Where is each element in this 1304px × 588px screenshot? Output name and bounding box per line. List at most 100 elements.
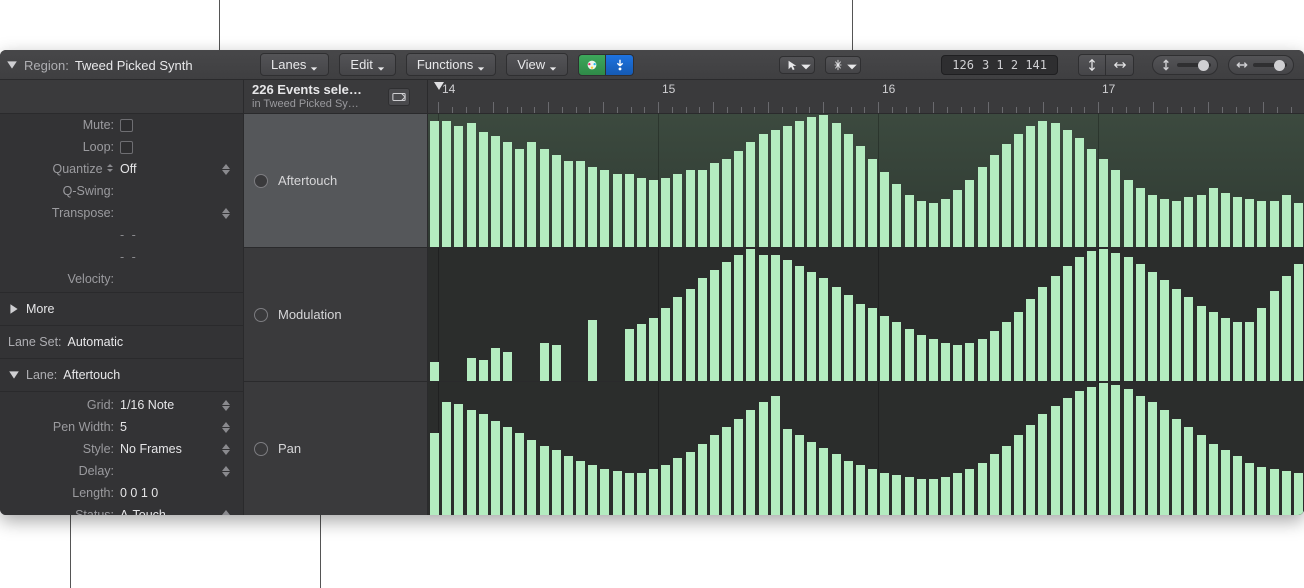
event-bar[interactable] [990,454,999,515]
event-bar[interactable] [1160,199,1169,247]
vertical-zoom-slider[interactable] [1152,55,1218,75]
event-bar[interactable] [625,473,634,515]
event-bar[interactable] [503,352,512,381]
vertical-auto-zoom-button[interactable] [1078,54,1106,76]
event-bar[interactable] [734,255,743,381]
event-bar[interactable] [1148,195,1157,247]
event-bar[interactable] [625,329,634,381]
event-bar[interactable] [515,149,524,247]
event-bar[interactable] [990,155,999,247]
event-bar[interactable] [722,262,731,381]
bar-ruler[interactable]: 14151617 [428,80,1304,113]
event-bar[interactable] [637,324,646,381]
event-bar[interactable] [929,479,938,515]
event-bar[interactable] [941,199,950,247]
event-bar[interactable] [1014,134,1023,247]
event-bar[interactable] [929,203,938,247]
event-bar[interactable] [892,475,901,515]
event-bar[interactable] [917,201,926,247]
event-bar[interactable] [1075,257,1084,381]
event-bar[interactable] [1063,266,1072,381]
functions-menu[interactable]: Functions [406,53,496,76]
event-bar[interactable] [868,469,877,515]
event-bar[interactable] [1294,264,1303,381]
midi-in-button[interactable] [606,54,634,76]
event-bar[interactable] [771,130,780,247]
event-bar[interactable] [941,477,950,515]
event-bar[interactable] [588,167,597,247]
event-bar[interactable] [1075,138,1084,247]
region-disclosure[interactable] [6,59,18,71]
event-bar[interactable] [783,126,792,247]
event-bar[interactable] [454,126,463,247]
event-bar[interactable] [1184,297,1193,381]
grid-value[interactable]: 1/16 Note [120,398,174,412]
link-button[interactable] [388,88,410,106]
event-bar[interactable] [430,433,439,515]
event-bar[interactable] [856,304,865,381]
event-bar[interactable] [1172,289,1181,381]
event-bar[interactable] [819,278,828,381]
event-bar[interactable] [807,442,816,515]
event-bar[interactable] [1099,383,1108,515]
event-bar[interactable] [710,435,719,515]
event-bar[interactable] [600,170,609,247]
event-bar[interactable] [917,335,926,381]
event-bar[interactable] [832,454,841,515]
event-bar[interactable] [673,174,682,247]
event-bar[interactable] [661,178,670,247]
event-bar[interactable] [540,446,549,515]
event-bar[interactable] [1099,249,1108,381]
event-bar[interactable] [978,167,987,247]
event-bar[interactable] [880,172,889,247]
cmd-click-tool[interactable] [825,56,861,74]
length-value[interactable]: 0 0 1 0 [120,486,158,500]
event-bar[interactable] [467,123,476,247]
event-bar[interactable] [673,297,682,381]
event-bar[interactable] [844,295,853,381]
event-bar[interactable] [965,469,974,515]
event-bar[interactable] [965,343,974,381]
event-bar[interactable] [686,289,695,381]
event-bar[interactable] [1294,203,1303,247]
quantize-stepper[interactable] [219,164,233,175]
event-bar[interactable] [1026,126,1035,247]
style-value[interactable]: No Frames [120,442,182,456]
event-bar[interactable] [503,427,512,515]
event-bar[interactable] [953,473,962,515]
transpose-stepper[interactable] [219,208,233,219]
event-bar[interactable] [1257,201,1266,247]
event-bar[interactable] [698,170,707,247]
event-bar[interactable] [1002,322,1011,381]
event-bar[interactable] [783,429,792,515]
event-bar[interactable] [686,452,695,515]
event-bar[interactable] [759,134,768,247]
event-bar[interactable] [1294,473,1303,515]
event-bar[interactable] [442,121,451,247]
style-stepper[interactable] [219,444,233,455]
event-bar[interactable] [880,316,889,381]
quantize-value[interactable]: Off [120,162,136,176]
event-bar[interactable] [1160,410,1169,515]
event-bar[interactable] [1087,251,1096,381]
event-bar[interactable] [1111,170,1120,247]
event-bar[interactable] [1038,287,1047,381]
event-bar[interactable] [1233,322,1242,381]
event-bar[interactable] [795,266,804,381]
event-bar[interactable] [479,360,488,381]
event-bar[interactable] [1136,188,1145,247]
event-bar[interactable] [1172,201,1181,247]
event-bar[interactable] [722,427,731,515]
event-bar[interactable] [868,159,877,247]
event-bar[interactable] [515,433,524,515]
event-bar[interactable] [649,318,658,381]
event-bar[interactable] [698,444,707,515]
event-bar[interactable] [442,402,451,515]
event-bar[interactable] [819,115,828,247]
event-bar[interactable] [941,343,950,381]
event-bar[interactable] [1282,471,1291,515]
event-bar[interactable] [637,178,646,247]
event-bar[interactable] [552,450,561,515]
event-bar[interactable] [771,255,780,381]
lane-header[interactable]: Aftertouch [244,114,427,248]
